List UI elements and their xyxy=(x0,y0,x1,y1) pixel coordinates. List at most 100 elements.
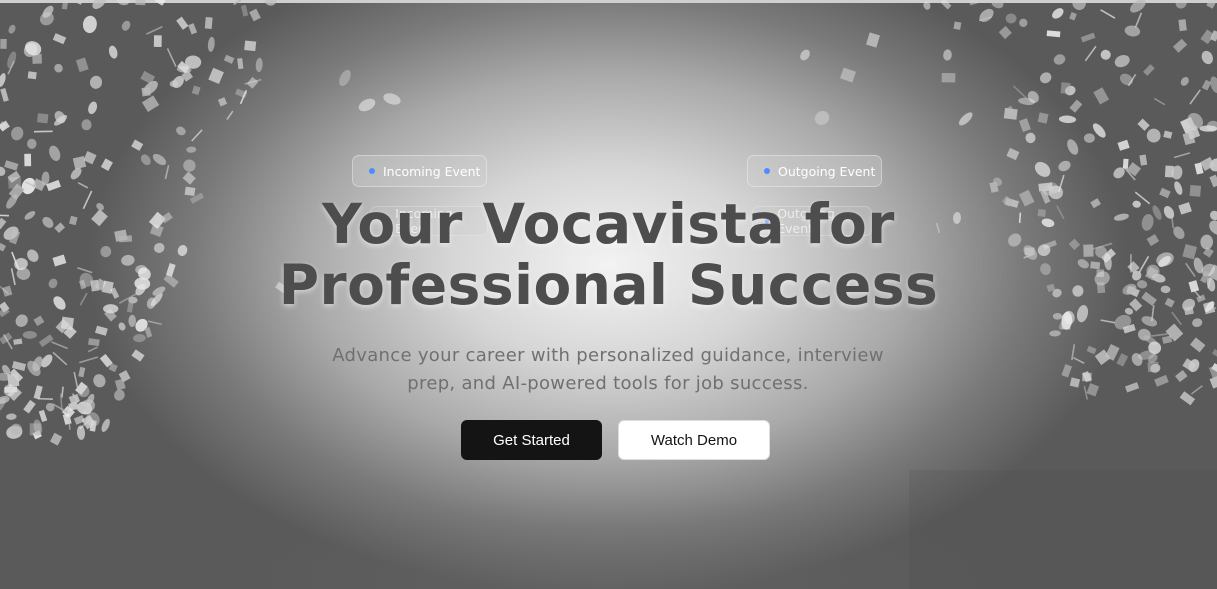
confetti-piece xyxy=(36,113,49,124)
confetti-piece xyxy=(77,182,89,189)
confetti-piece xyxy=(1082,370,1092,383)
top-border xyxy=(0,0,1217,3)
watch-demo-button[interactable]: Watch Demo xyxy=(618,420,770,460)
confetti-piece xyxy=(33,419,43,435)
confetti-piece xyxy=(244,78,262,85)
confetti-piece xyxy=(9,368,24,382)
confetti-piece xyxy=(99,353,113,368)
confetti-piece xyxy=(67,416,71,430)
confetti-piece xyxy=(176,126,186,136)
confetti-piece xyxy=(237,58,244,70)
confetti-piece xyxy=(2,364,11,375)
confetti-piece xyxy=(204,17,213,29)
confetti-piece xyxy=(1200,29,1215,45)
confetti-piece xyxy=(89,419,97,432)
confetti-piece xyxy=(7,386,22,401)
confetti-piece xyxy=(88,338,100,347)
confetti-piece xyxy=(998,25,1012,40)
confetti-piece xyxy=(1046,30,1061,38)
confetti-piece xyxy=(11,126,24,141)
confetti-piece xyxy=(840,67,856,83)
confetti-piece xyxy=(81,414,96,430)
confetti-piece xyxy=(0,166,6,176)
confetti-piece xyxy=(1053,54,1066,65)
confetti-piece xyxy=(1131,353,1143,366)
confetti-piece xyxy=(0,120,10,132)
confetti-piece xyxy=(383,93,401,105)
confetti-piece xyxy=(27,71,37,80)
confetti-piece xyxy=(1003,107,1018,120)
confetti-piece xyxy=(1049,330,1061,337)
confetti-piece xyxy=(82,15,97,34)
confetti-piece xyxy=(0,372,13,381)
confetti-piece xyxy=(89,75,103,89)
confetti-piece xyxy=(29,423,41,436)
confetti-piece xyxy=(1137,118,1150,131)
confetti-piece xyxy=(147,320,162,326)
confetti-piece xyxy=(153,35,162,47)
confetti-piece xyxy=(979,8,994,22)
confetti-piece xyxy=(246,76,259,89)
confetti-piece xyxy=(226,110,234,120)
confetti-piece xyxy=(1100,319,1116,324)
confetti-piece xyxy=(1173,152,1191,159)
confetti-piece xyxy=(38,409,48,422)
confetti-piece xyxy=(87,346,98,353)
confetti-piece xyxy=(5,413,17,420)
confetti-piece xyxy=(0,38,7,49)
confetti-piece xyxy=(1209,375,1217,389)
confetti-piece xyxy=(176,66,192,73)
confetti-piece xyxy=(54,63,63,73)
confetti-piece xyxy=(1154,374,1169,387)
confetti-piece xyxy=(51,341,68,350)
confetti-piece xyxy=(249,8,261,22)
confetti-piece xyxy=(0,73,6,87)
confetti-piece xyxy=(1039,72,1052,84)
confetti-piece xyxy=(141,86,151,97)
confetti-piece xyxy=(13,338,23,345)
confetti-piece xyxy=(1148,341,1162,355)
confetti-piece xyxy=(7,176,22,189)
confetti-piece xyxy=(73,415,85,425)
confetti-piece xyxy=(81,399,95,413)
confetti-piece xyxy=(1182,131,1196,146)
confetti-piece xyxy=(207,36,215,52)
confetti-piece xyxy=(1019,18,1028,27)
confetti-piece xyxy=(182,171,196,185)
confetti-piece xyxy=(1057,174,1065,193)
confetti-piece xyxy=(1094,349,1111,366)
confetti-piece xyxy=(1124,25,1141,37)
background-floor-glow xyxy=(200,470,1020,589)
confetti-piece xyxy=(61,386,64,398)
confetti-piece xyxy=(32,53,42,64)
confetti-piece xyxy=(7,170,21,183)
confetti-piece xyxy=(60,316,74,330)
confetti-piece xyxy=(54,111,66,124)
confetti-piece xyxy=(1189,337,1206,353)
confetti-piece xyxy=(27,138,37,149)
confetti-piece xyxy=(208,67,224,85)
confetti-piece xyxy=(1211,363,1217,374)
confetti-piece xyxy=(1034,161,1051,177)
confetti-piece xyxy=(1209,174,1217,188)
confetti-piece xyxy=(55,318,70,334)
confetti-piece xyxy=(191,129,203,142)
confetti-piece xyxy=(1064,85,1076,96)
hero-subtitle-line-2: prep, and AI-powered tools for job succe… xyxy=(407,373,809,394)
confetti-piece xyxy=(1069,99,1083,113)
confetti-piece xyxy=(1025,132,1036,144)
confetti-piece xyxy=(1150,363,1161,373)
confetti-piece xyxy=(1147,361,1159,373)
confetti-piece xyxy=(1206,120,1217,132)
get-started-button[interactable]: Get Started xyxy=(461,420,602,460)
confetti-piece xyxy=(93,374,106,388)
confetti-piece xyxy=(141,95,160,113)
confetti-piece xyxy=(255,57,263,73)
confetti-piece xyxy=(8,24,16,34)
confetti-piece xyxy=(1052,8,1064,19)
confetti-piece xyxy=(953,21,962,30)
confetti-piece xyxy=(1100,9,1116,19)
confetti-piece xyxy=(244,40,257,52)
confetti-piece xyxy=(1058,115,1077,124)
confetti-piece xyxy=(1092,123,1106,138)
